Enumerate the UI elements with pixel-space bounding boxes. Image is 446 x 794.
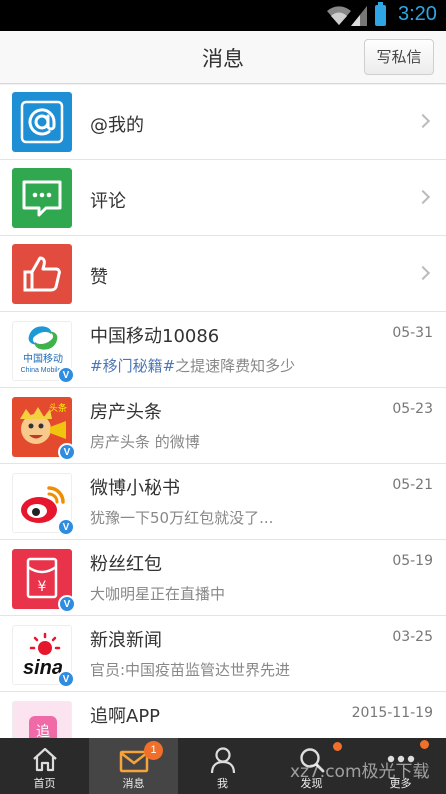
avatar: 中国移动 China Mobile V bbox=[12, 321, 75, 384]
avatar-text: 中国移动 bbox=[23, 352, 63, 365]
verified-badge-icon: V bbox=[57, 518, 75, 536]
sender-name: 房产头条 bbox=[90, 402, 162, 423]
verified-badge-icon: V bbox=[57, 366, 75, 384]
message-date: 05-19 bbox=[392, 553, 433, 569]
mentions-item[interactable]: @我的 bbox=[0, 85, 446, 160]
bottom-tab-bar: 首页 1 消息 我 发现 更多 xz7.com极光下载 bbox=[0, 738, 446, 794]
home-icon bbox=[32, 747, 57, 772]
tab-label: 首页 bbox=[33, 777, 56, 790]
tab-label: 我 bbox=[217, 777, 228, 790]
sender-name: 微博小秘书 bbox=[90, 478, 180, 499]
message-list: @我的 评论 赞 中国移动 China Mobile V 中国移动10086 0… bbox=[0, 85, 446, 738]
likes-label: 赞 bbox=[90, 267, 108, 288]
message-date: 03-25 bbox=[392, 629, 433, 645]
message-date: 2015-11-19 bbox=[351, 705, 433, 721]
tab-home[interactable]: 首页 bbox=[0, 738, 89, 794]
message-row-zhuia-app[interactable]: 追 追啊APP 2015-11-19 bbox=[0, 693, 446, 738]
message-preview: 官员:中国疫苗监管达世界先进 bbox=[90, 661, 291, 679]
avatar-text: 头条 bbox=[49, 402, 67, 414]
comments-item[interactable]: 评论 bbox=[0, 161, 446, 236]
sender-name: 中国移动10086 bbox=[90, 326, 220, 347]
verified-badge-icon: V bbox=[58, 443, 76, 461]
unread-badge: 1 bbox=[144, 741, 163, 760]
chevron-right-icon bbox=[415, 113, 431, 129]
message-date: 05-21 bbox=[392, 477, 433, 493]
message-date: 05-23 bbox=[392, 401, 433, 417]
mentions-label: @我的 bbox=[90, 115, 144, 136]
verified-badge-icon: V bbox=[57, 670, 75, 688]
title-bar: 消息 写私信 bbox=[0, 31, 446, 84]
status-bar: 3:20 bbox=[0, 0, 446, 31]
message-preview: #移门秘籍#之提速降费知多少 bbox=[90, 357, 296, 375]
avatar: ¥ V bbox=[12, 549, 76, 613]
profile-icon bbox=[210, 747, 235, 774]
avatar-subtext: China Mobile bbox=[21, 367, 62, 374]
avatar-text: ¥ bbox=[38, 579, 47, 595]
message-row-fan-red-packet[interactable]: ¥ V 粉丝红包 05-19 大咖明星正在直播中 bbox=[0, 541, 446, 616]
avatar: V bbox=[12, 473, 75, 536]
likes-item[interactable]: 赞 bbox=[0, 237, 446, 312]
chevron-right-icon bbox=[415, 189, 431, 205]
message-row-china-mobile[interactable]: 中国移动 China Mobile V 中国移动10086 05-31 #移门秘… bbox=[0, 313, 446, 388]
notification-dot bbox=[420, 740, 429, 749]
clock: 3:20 bbox=[398, 3, 437, 25]
at-icon bbox=[12, 92, 72, 152]
battery-icon bbox=[375, 2, 386, 26]
avatar: 头条 V bbox=[12, 397, 76, 461]
sender-name: 粉丝红包 bbox=[90, 554, 162, 575]
notification-dot bbox=[333, 742, 342, 751]
tab-profile[interactable]: 我 bbox=[178, 738, 267, 794]
message-row-real-estate[interactable]: 头条 V 房产头条 05-23 房产头条 的微博 bbox=[0, 389, 446, 464]
verified-badge-icon: V bbox=[58, 595, 76, 613]
sender-name: 追啊APP bbox=[90, 706, 161, 727]
wifi-icon bbox=[327, 6, 351, 26]
message-row-weibo-secretary[interactable]: V 微博小秘书 05-21 犹豫一下50万红包就没了... bbox=[0, 465, 446, 540]
watermark-text: xz7.com极光下载 bbox=[290, 762, 430, 782]
thumbs-up-icon bbox=[12, 244, 72, 304]
message-preview: 大咖明星正在直播中 bbox=[90, 585, 226, 603]
comment-icon bbox=[12, 168, 72, 228]
topic-link[interactable]: #移门秘籍# bbox=[90, 357, 175, 375]
message-preview: 房产头条 的微博 bbox=[90, 433, 200, 451]
sender-name: 新浪新闻 bbox=[90, 630, 162, 651]
message-row-sina-news[interactable]: sina V 新浪新闻 03-25 官员:中国疫苗监管达世界先进 bbox=[0, 617, 446, 692]
tab-messages[interactable]: 1 消息 bbox=[89, 738, 178, 794]
write-private-message-button[interactable]: 写私信 bbox=[364, 39, 434, 75]
chevron-right-icon bbox=[415, 265, 431, 281]
comments-label: 评论 bbox=[90, 191, 126, 212]
avatar-text: 追 bbox=[36, 724, 50, 738]
tab-label: 消息 bbox=[122, 777, 145, 790]
avatar: sina V bbox=[12, 625, 75, 688]
message-preview: 犹豫一下50万红包就没了... bbox=[90, 509, 274, 527]
signal-icon bbox=[351, 6, 367, 26]
message-date: 05-31 bbox=[392, 325, 433, 341]
avatar: 追 bbox=[12, 701, 72, 738]
